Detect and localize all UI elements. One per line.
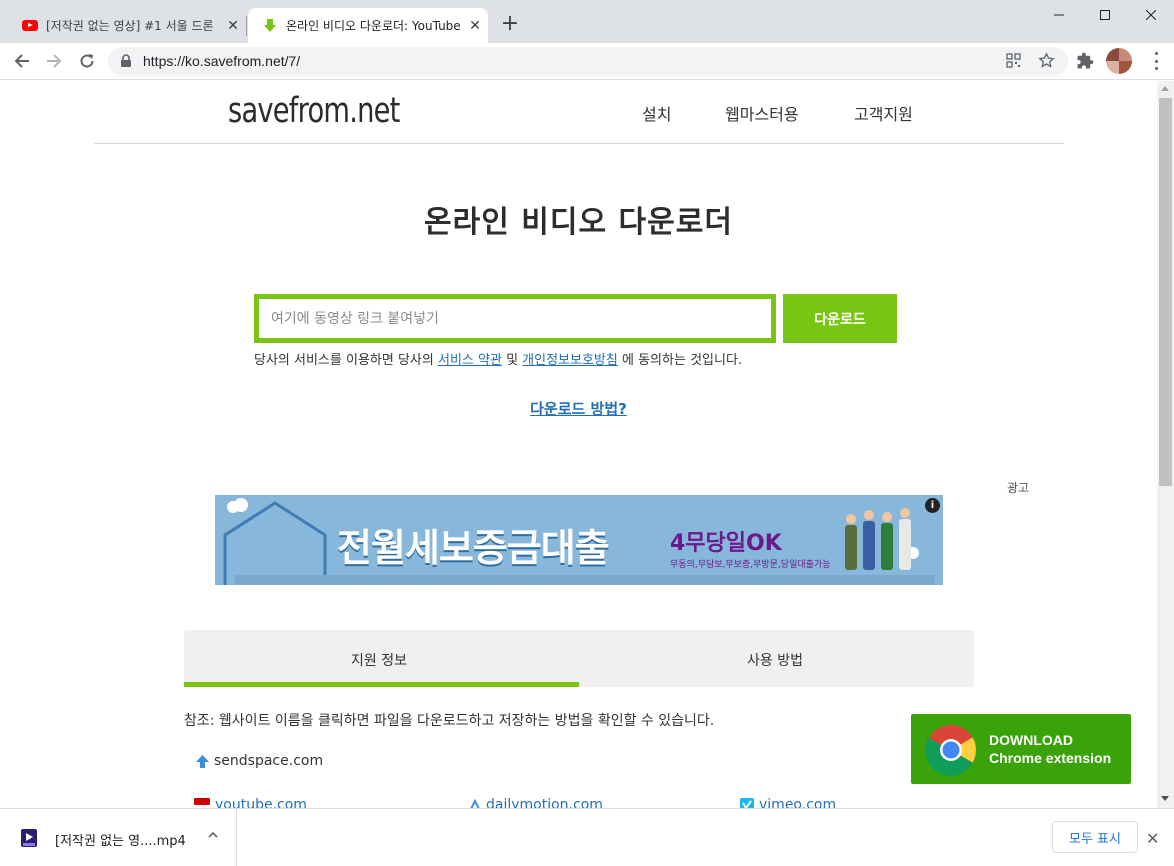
address-bar[interactable]: https://ko.savefrom.net/7/	[108, 47, 1068, 76]
tab-youtube-video[interactable]: [저작권 없는 영상] #1 서울 드론 ✕	[8, 8, 246, 43]
terms-mid: 및	[506, 353, 519, 368]
download-button[interactable]: 다운로드	[783, 294, 897, 343]
vimeo-icon	[740, 798, 754, 808]
site-label: dailymotion.com	[486, 797, 603, 808]
site-label: sendspace.com	[214, 753, 324, 769]
chevron-up-icon[interactable]	[207, 829, 219, 841]
reload-icon	[80, 54, 94, 68]
scroll-down-icon[interactable]	[1161, 796, 1169, 801]
how-to-download-link[interactable]: 다운로드 방법?	[0, 398, 1157, 419]
tab-close-icon[interactable]: ✕	[220, 18, 246, 34]
video-url-input[interactable]	[254, 294, 776, 343]
site-logo[interactable]: savefrom.net	[228, 91, 400, 131]
chrome-logo-icon	[925, 725, 976, 776]
ad-headline: 전월세보증금대출	[337, 526, 610, 570]
terms-of-service-link[interactable]: 서비스 약관	[438, 353, 502, 368]
privacy-policy-link[interactable]: 개인정보보호방침	[522, 353, 618, 368]
video-file-icon	[21, 829, 37, 847]
page-content: savefrom.net 설치 웹마스터용 고객지원 온라인 비디오 다운로더 …	[0, 81, 1157, 808]
header-divider	[94, 143, 1064, 144]
upload-arrow-icon	[196, 754, 209, 768]
download-file-name[interactable]: [저작권 없는 영....mp4	[55, 830, 186, 849]
site-item-vimeo[interactable]: vimeo.com	[740, 797, 836, 808]
nav-support-link[interactable]: 고객지원	[854, 101, 913, 125]
ad-info-icon[interactable]: i	[925, 498, 940, 513]
close-icon[interactable]: ✕	[1146, 829, 1159, 848]
new-tab-button[interactable]: +	[498, 13, 522, 37]
ad-subtext: 무동의,무담보,무보증,무방문,당일대출가능	[670, 560, 831, 570]
chrome-extension-button[interactable]: DOWNLOAD Chrome extension	[911, 714, 1131, 784]
chrome-ext-line1: DOWNLOAD	[989, 732, 1073, 748]
note-text: 참조: 웹사이트 이름을 클릭하면 파일을 다운로드하고 저장하는 방법을 확인…	[184, 713, 715, 729]
qr-code-icon[interactable]	[1006, 53, 1021, 68]
scroll-up-icon[interactable]	[1161, 86, 1169, 91]
youtube-icon	[194, 798, 210, 805]
show-all-button[interactable]: 모두 표시	[1052, 821, 1138, 853]
maximize-button[interactable]	[1082, 0, 1128, 30]
lock-icon[interactable]	[120, 54, 132, 68]
tab-savefrom[interactable]: 온라인 비디오 다운로더: YouTube ✕	[248, 8, 488, 43]
ad-label: 광고	[1007, 481, 1030, 495]
savefrom-favicon-icon	[264, 18, 276, 32]
window-close-icon	[1146, 10, 1156, 20]
tab-strip: [저작권 없는 영상] #1 서울 드론 ✕ 온라인 비디오 다운로더: You…	[0, 0, 1174, 43]
tab-how-to-use[interactable]: 사용 방법	[747, 650, 803, 670]
site-item-dailymotion[interactable]: dailymotion.com	[469, 797, 603, 808]
browser-toolbar: https://ko.savefrom.net/7/	[0, 43, 1174, 80]
site-label: vimeo.com	[759, 797, 837, 808]
maximize-icon	[1100, 10, 1110, 20]
puzzle-piece-icon[interactable]	[1076, 52, 1094, 70]
tab-title: [저작권 없는 영상] #1 서울 드론	[46, 19, 214, 33]
url-text[interactable]: https://ko.savefrom.net/7/	[143, 53, 300, 69]
reload-button[interactable]	[73, 47, 101, 75]
terms-text: 당사의 서비스를 이용하면 당사의 서비스 약관 및 개인정보보호방침 에 동의…	[254, 349, 742, 368]
site-item-youtube[interactable]: youtube.com	[194, 797, 307, 808]
tab-supported-info[interactable]: 지원 정보	[351, 650, 407, 670]
nav-webmaster-link[interactable]: 웹마스터용	[725, 101, 799, 125]
scrollbar-thumb[interactable]	[1159, 98, 1172, 486]
page-scrollbar[interactable]	[1157, 81, 1174, 808]
three-dots-icon[interactable]	[1148, 52, 1164, 70]
minimize-button[interactable]	[1036, 0, 1082, 30]
forward-button[interactable]	[40, 47, 68, 75]
terms-suffix: 에 동의하는 것입니다.	[622, 353, 743, 368]
site-label: youtube.com	[215, 797, 307, 808]
youtube-favicon-icon	[22, 20, 38, 31]
dailymotion-icon	[470, 799, 480, 808]
ad-badge: 4무당일OK	[670, 531, 782, 556]
back-button[interactable]	[8, 47, 36, 75]
terms-prefix: 당사의 서비스를 이용하면 당사의	[254, 353, 434, 368]
tab-separator	[246, 16, 247, 36]
site-item-sendspace[interactable]: sendspace.com	[196, 753, 323, 769]
shelf-divider	[236, 809, 237, 866]
active-tab-indicator	[184, 682, 579, 687]
nav-install-link[interactable]: 설치	[642, 101, 671, 125]
forward-arrow-icon	[47, 54, 62, 68]
tab-close-icon[interactable]: ✕	[462, 18, 488, 34]
window-close-button[interactable]	[1128, 0, 1174, 30]
bookmark-star-icon[interactable]	[1038, 52, 1055, 69]
ad-banner[interactable]: 전월세보증금대출 4무당일OK 무동의,무담보,무보증,무방문,당일대출가능 i	[215, 495, 943, 585]
info-tabs: 지원 정보 사용 방법	[184, 630, 974, 687]
ad-people-graphic	[845, 508, 911, 570]
tab-title: 온라인 비디오 다운로더: YouTube	[286, 19, 461, 33]
page-title: 온라인 비디오 다운로더	[424, 205, 733, 240]
download-shelf: [저작권 없는 영....mp4 모두 표시 ✕	[0, 808, 1174, 866]
chrome-ext-line2: Chrome extension	[989, 750, 1112, 766]
minimize-icon	[1054, 14, 1064, 16]
back-arrow-icon	[14, 54, 29, 68]
profile-avatar[interactable]	[1106, 48, 1132, 74]
